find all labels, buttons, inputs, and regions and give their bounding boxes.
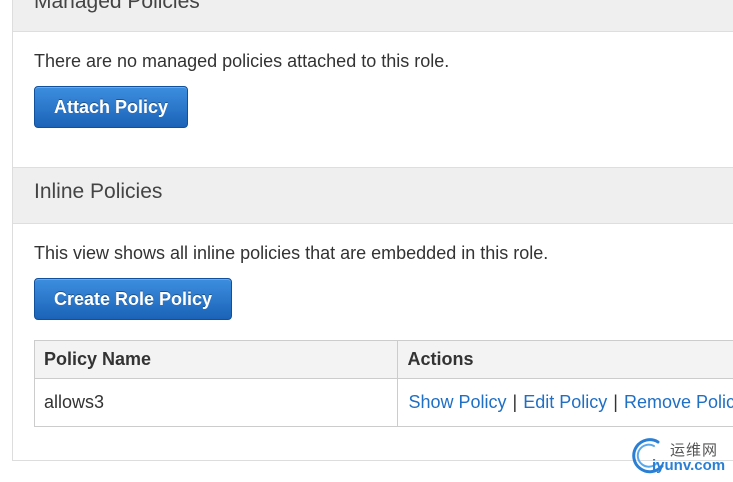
managed-policies-header: Managed Policies xyxy=(13,0,733,32)
inline-policies-description: This view shows all inline policies that… xyxy=(34,243,549,263)
column-header-policy-name: Policy Name xyxy=(33,340,399,379)
table-header-row: Policy Name Actions xyxy=(33,340,733,379)
column-header-actions: Actions xyxy=(397,340,733,379)
attach-policy-button[interactable]: Attach Policy xyxy=(34,86,189,128)
action-separator: | xyxy=(512,392,518,412)
policy-actions-cell: Show Policy | Edit Policy | Remove Policy xyxy=(397,378,733,427)
managed-policies-description: There are no managed policies attached t… xyxy=(34,51,450,71)
show-policy-link[interactable]: Show Policy xyxy=(408,392,506,412)
table-row: allows3 Show Policy | Edit Policy | Remove P… xyxy=(33,378,733,427)
inline-policies-header: Inline Policies xyxy=(13,167,733,224)
inline-policies-title: Inline Policies xyxy=(34,180,163,203)
role-policies-panel: Managed Policies There are no managed po… xyxy=(12,0,733,461)
managed-policies-title: Managed Policies xyxy=(34,0,200,13)
site-watermark: 运维网 iyunv.com xyxy=(628,436,733,478)
watermark-en-text: iyunv.com xyxy=(652,457,726,474)
policy-name-cell: allows3 xyxy=(33,378,399,427)
remove-policy-link[interactable]: Remove Policy xyxy=(624,392,733,412)
action-separator: | xyxy=(613,392,618,412)
inline-policies-table: Policy Name Actions allows3 Show Policy |… xyxy=(33,340,733,427)
edit-policy-link[interactable]: Edit Policy xyxy=(523,392,607,412)
create-role-policy-button[interactable]: Create Role Policy xyxy=(34,278,233,320)
